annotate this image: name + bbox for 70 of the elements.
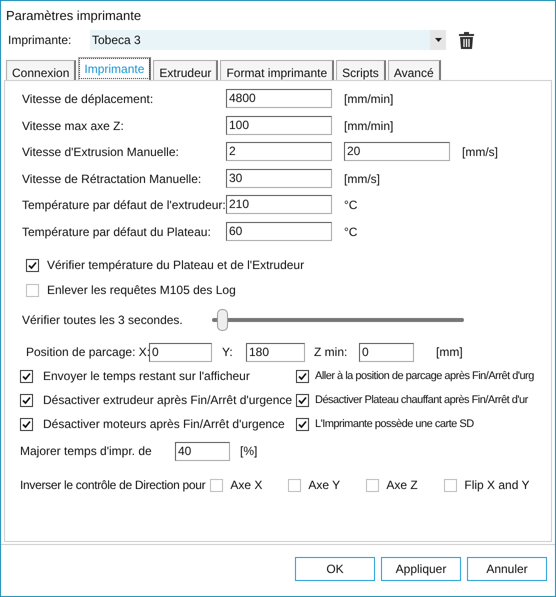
tab[interactable]: Connexion [6,60,76,80]
label: Z min: [314,344,348,361]
window-title: Paramètres imprimante [6,8,142,23]
label: Vitesse de déplacement: [22,91,154,108]
label: Axe X [230,477,262,494]
checkbox[interactable] [210,478,224,492]
input-field[interactable]: 30 [226,168,332,188]
label: Température par défaut du Plateau: [22,224,212,240]
checkbox[interactable] [20,370,33,382]
label: [mm/s] [462,144,498,161]
dialog-button[interactable]: OK [295,557,375,581]
label: °C [344,197,358,214]
label: Désactiver moteurs après Fin/Arrêt d'urgence [43,416,285,433]
label: Vérifier température du Plateau et de l'Extrudeur [47,257,304,274]
checkbox[interactable] [26,284,39,296]
tab[interactable]: Extrudeur [153,60,218,80]
label: [mm] [436,344,463,361]
label: Vitesse de Rétractation Manuelle: [22,170,202,188]
input-field[interactable]: 0 [359,342,414,362]
dialog-button[interactable]: Annuler [467,557,547,581]
input-field[interactable]: 4800 [226,89,332,108]
checkbox[interactable] [26,258,39,272]
label: [mm/s] [344,170,380,188]
input-field[interactable]: 60 [226,222,332,240]
label: [mm/min] [344,91,394,108]
label: Aller à la position de parcage après Fin/Arrêt d'urg [315,368,534,384]
slider[interactable] [212,309,464,331]
input-field[interactable]: 100 [226,116,332,134]
label: Désactiver Plateau chauffant après Fin/Arrêt d'ur [315,392,528,408]
checkbox[interactable] [288,478,302,492]
input-field[interactable]: 180 [246,342,305,362]
checkbox[interactable] [366,478,380,492]
label: Désactiver extrudeur après Fin/Arrêt d'urgence [43,392,292,409]
checkbox[interactable] [296,418,309,430]
label: Inverser le contrôle de Direction pour [20,477,206,494]
caret-icon [434,38,442,42]
dialog-button[interactable]: Appliquer [381,557,461,581]
label: Vitesse d'Extrusion Manuelle: [22,144,180,161]
label: Axe Z [386,477,418,494]
checkbox[interactable] [296,370,309,382]
input-field[interactable]: 0 [149,342,212,362]
printer-dropdown[interactable]: Tobeca 3 [90,30,446,50]
label: Vérifier toutes les 3 secondes. [22,312,184,329]
label: [%] [240,443,258,460]
input-field[interactable]: 2 [226,142,332,161]
printer-label: Imprimante: [8,32,72,49]
trash-icon[interactable] [459,32,474,48]
input-field[interactable]: 210 [226,195,332,214]
label: Y: [222,344,234,361]
checkbox[interactable] [444,478,458,492]
checkbox[interactable] [296,394,309,406]
checkbox[interactable] [20,418,33,430]
tab[interactable]: Scripts [336,60,386,80]
label: °C [344,224,358,240]
label: Température par défaut de l'extrudeur: [22,197,226,214]
tab[interactable]: Avancé [388,60,441,80]
input-field[interactable]: 40 [175,442,230,460]
label: L'Imprimante possède une carte SD [315,416,474,432]
input-field[interactable]: 20 [344,142,450,161]
label: Majorer temps d'impr. de [20,443,153,460]
label: Position de parcage: X: [26,344,149,361]
label: Flip X and Y [464,477,530,494]
checkbox[interactable] [20,394,33,406]
label: Axe Y [308,477,340,494]
tab[interactable]: Format imprimante [220,60,334,80]
slider-thumb[interactable] [217,309,228,331]
label: [mm/min] [344,118,394,134]
label: Enlever les requêtes M105 des Log [47,282,236,299]
label: Envoyer le temps restant sur l'afficheur [43,368,250,385]
label: Vitesse max axe Z: [22,118,125,134]
